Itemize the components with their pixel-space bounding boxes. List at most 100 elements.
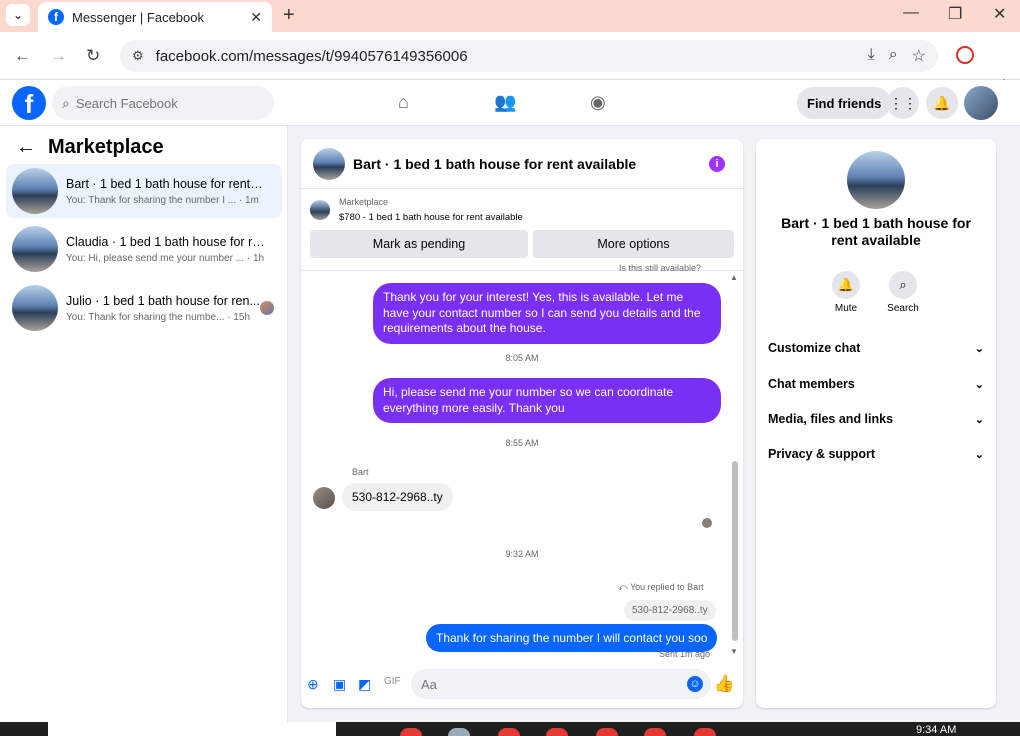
taskbar-app-icon[interactable] bbox=[498, 728, 520, 736]
sent-status: Sent 1m ago bbox=[659, 649, 711, 659]
outgoing-message[interactable]: Thank you for your interest! Yes, this i… bbox=[373, 283, 721, 344]
search-label: Search bbox=[887, 303, 919, 314]
conversation-name: Bart · 1 bed 1 bath house for rent a... bbox=[66, 176, 266, 191]
taskbar-app-icon[interactable] bbox=[448, 728, 470, 736]
listing-price[interactable]: $780 - 1 bed 1 bath house for rent avail… bbox=[339, 212, 523, 223]
facebook-header: f ⌕ ⌂ 👥 ◉ Find friends ⋮⋮ 🔔 bbox=[0, 80, 1020, 126]
bart-avatar[interactable] bbox=[313, 487, 335, 509]
sticker-icon[interactable]: ◩ bbox=[358, 676, 371, 693]
bell-icon[interactable]: 🔔 bbox=[832, 271, 860, 299]
search-icon[interactable]: ⌕ bbox=[889, 271, 917, 299]
chevron-down-icon: ⌄ bbox=[974, 448, 984, 461]
emoji-icon[interactable]: ☺ bbox=[687, 676, 703, 692]
install-app-icon[interactable]: ⤓ bbox=[868, 46, 875, 66]
new-tab-icon[interactable]: + bbox=[283, 4, 295, 27]
conversation-name: Julio · 1 bed 1 bath house for ren... bbox=[66, 293, 260, 308]
photo-icon[interactable]: ▣ bbox=[333, 676, 346, 693]
groups-icon[interactable]: ◉ bbox=[590, 92, 606, 113]
scroll-up-icon[interactable]: ▲ bbox=[730, 273, 738, 282]
conversation-info-panel: Bart · 1 bed 1 bath house for rent avail… bbox=[756, 139, 996, 708]
back-arrow-icon[interactable]: ← bbox=[16, 136, 36, 159]
reload-icon[interactable]: ↻ bbox=[86, 46, 100, 66]
address-bar-row: ← → ↻ ⚙ facebook.com/messages/t/99405761… bbox=[0, 32, 1020, 95]
seen-avatar bbox=[260, 301, 274, 315]
section-label: Chat members bbox=[768, 377, 855, 391]
conversation-preview: You: Thank for sharing the number I ... bbox=[66, 194, 237, 206]
media-files-section[interactable]: Media, files and links ⌄ bbox=[768, 404, 984, 434]
section-label: Customize chat bbox=[768, 341, 861, 355]
browser-profile-icon[interactable] bbox=[956, 46, 974, 64]
conversation-item[interactable]: Julio · 1 bed 1 bath house for ren... Yo… bbox=[6, 281, 282, 335]
conversation-preview: You: Hi, please send me your number ... bbox=[66, 252, 245, 264]
site-settings-icon[interactable]: ⚙ bbox=[132, 48, 144, 64]
info-listing-name: Bart · 1 bed 1 bath house for rent avail… bbox=[781, 215, 971, 248]
facebook-search-input[interactable] bbox=[75, 95, 256, 111]
customize-chat-section[interactable]: Customize chat ⌄ bbox=[768, 333, 984, 363]
conversation-sidebar: ← Marketplace Bart · 1 bed 1 bath house … bbox=[0, 126, 288, 722]
chat-panel: Bart · 1 bed 1 bath house for rent avail… bbox=[301, 139, 743, 708]
browser-tabbar: ⌄ f Messenger | Facebook ✕ + — ❐ ✕ bbox=[0, 0, 1020, 32]
find-friends-button[interactable]: Find friends bbox=[797, 87, 892, 119]
replied-text: You replied to Bart bbox=[629, 582, 704, 592]
chat-title: Bart · 1 bed 1 bath house for rent avail… bbox=[353, 155, 637, 172]
taskbar-clock[interactable]: 9:34 AM bbox=[916, 724, 956, 736]
menu-grid-icon[interactable]: ⋮⋮ bbox=[887, 87, 919, 119]
close-tab-icon[interactable]: ✕ bbox=[250, 9, 262, 26]
taskbar-app-icon[interactable] bbox=[644, 728, 666, 736]
search-icon: ⌕ bbox=[62, 94, 70, 111]
chat-listing-avatar bbox=[313, 147, 345, 180]
home-icon[interactable]: ⌂ bbox=[398, 92, 409, 113]
search-action[interactable]: ⌕ Search bbox=[873, 271, 933, 314]
taskbar-app-icon[interactable] bbox=[546, 728, 568, 736]
chat-header[interactable]: Bart · 1 bed 1 bath house for rent avail… bbox=[301, 139, 743, 189]
os-taskbar: 9:34 AM bbox=[0, 722, 1020, 736]
conversation-item[interactable]: Claudia · 1 bed 1 bath house for re... Y… bbox=[6, 222, 282, 276]
browser-tab[interactable]: f Messenger | Facebook ✕ bbox=[38, 2, 272, 32]
taskbar-app-icon[interactable] bbox=[400, 728, 422, 736]
forward-icon[interactable]: → bbox=[50, 46, 67, 66]
section-label: Privacy & support bbox=[768, 447, 875, 461]
notifications-bell-icon[interactable]: 🔔 bbox=[926, 87, 958, 119]
zoom-icon[interactable]: ⌕ bbox=[889, 46, 898, 66]
message-thread[interactable]: Is this still available? Thank you for y… bbox=[301, 263, 743, 663]
composer: ⊕ ▣ ◩ GIF ☺ 👍 bbox=[301, 663, 743, 708]
chat-members-section[interactable]: Chat members ⌄ bbox=[768, 369, 984, 399]
restore-icon[interactable]: ❐ bbox=[948, 4, 962, 24]
facebook-logo-icon[interactable]: f bbox=[12, 86, 46, 120]
thumbs-up-icon[interactable]: 👍 bbox=[714, 674, 735, 694]
taskbar-app-icon[interactable] bbox=[596, 728, 618, 736]
message-input[interactable] bbox=[421, 676, 671, 692]
taskbar-app-icon[interactable] bbox=[694, 728, 716, 736]
taskbar-search[interactable] bbox=[48, 722, 336, 736]
facebook-search[interactable]: ⌕ bbox=[52, 86, 274, 120]
url-text[interactable]: facebook.com/messages/t/9940576149356006 bbox=[156, 48, 468, 65]
account-avatar[interactable] bbox=[964, 86, 998, 120]
tab-search-icon[interactable]: ⌄ bbox=[6, 4, 30, 26]
outgoing-message[interactable]: Hi, please send me your number so we can… bbox=[373, 378, 721, 423]
reply-quote: 530-812-2968..ty bbox=[624, 600, 716, 621]
friends-icon[interactable]: 👥 bbox=[494, 92, 516, 113]
scroll-down-icon[interactable]: ▼ bbox=[730, 647, 738, 656]
gif-icon[interactable]: GIF bbox=[384, 676, 401, 687]
minimize-icon[interactable]: — bbox=[903, 4, 919, 22]
conversation-time: · 15h bbox=[227, 311, 251, 323]
info-icon[interactable]: i bbox=[709, 156, 725, 172]
chevron-down-icon: ⌄ bbox=[974, 342, 984, 355]
listing-thumbnail bbox=[12, 226, 58, 272]
privacy-support-section[interactable]: Privacy & support ⌄ bbox=[768, 439, 984, 469]
mute-action[interactable]: 🔔 Mute bbox=[816, 271, 876, 314]
chevron-down-icon: ⌄ bbox=[974, 413, 984, 426]
listing-large-avatar bbox=[847, 151, 905, 209]
close-window-icon[interactable]: ✕ bbox=[993, 4, 1006, 24]
more-options-button[interactable]: More options bbox=[533, 230, 734, 258]
mark-as-pending-button[interactable]: Mark as pending bbox=[310, 230, 528, 258]
back-icon[interactable]: ← bbox=[14, 46, 31, 66]
message-input-box[interactable] bbox=[411, 669, 711, 699]
conversation-item[interactable]: Bart · 1 bed 1 bath house for rent a... … bbox=[6, 164, 282, 218]
incoming-message[interactable]: 530-812-2968..ty bbox=[342, 483, 453, 511]
bookmark-star-icon[interactable]: ☆ bbox=[912, 46, 926, 66]
outgoing-message[interactable]: Thank for sharing the number I will cont… bbox=[426, 624, 718, 652]
scrollbar-thumb[interactable] bbox=[732, 461, 738, 641]
plus-icon[interactable]: ⊕ bbox=[307, 676, 319, 693]
omnibox[interactable]: ⚙ facebook.com/messages/t/99405761493560… bbox=[120, 40, 938, 72]
